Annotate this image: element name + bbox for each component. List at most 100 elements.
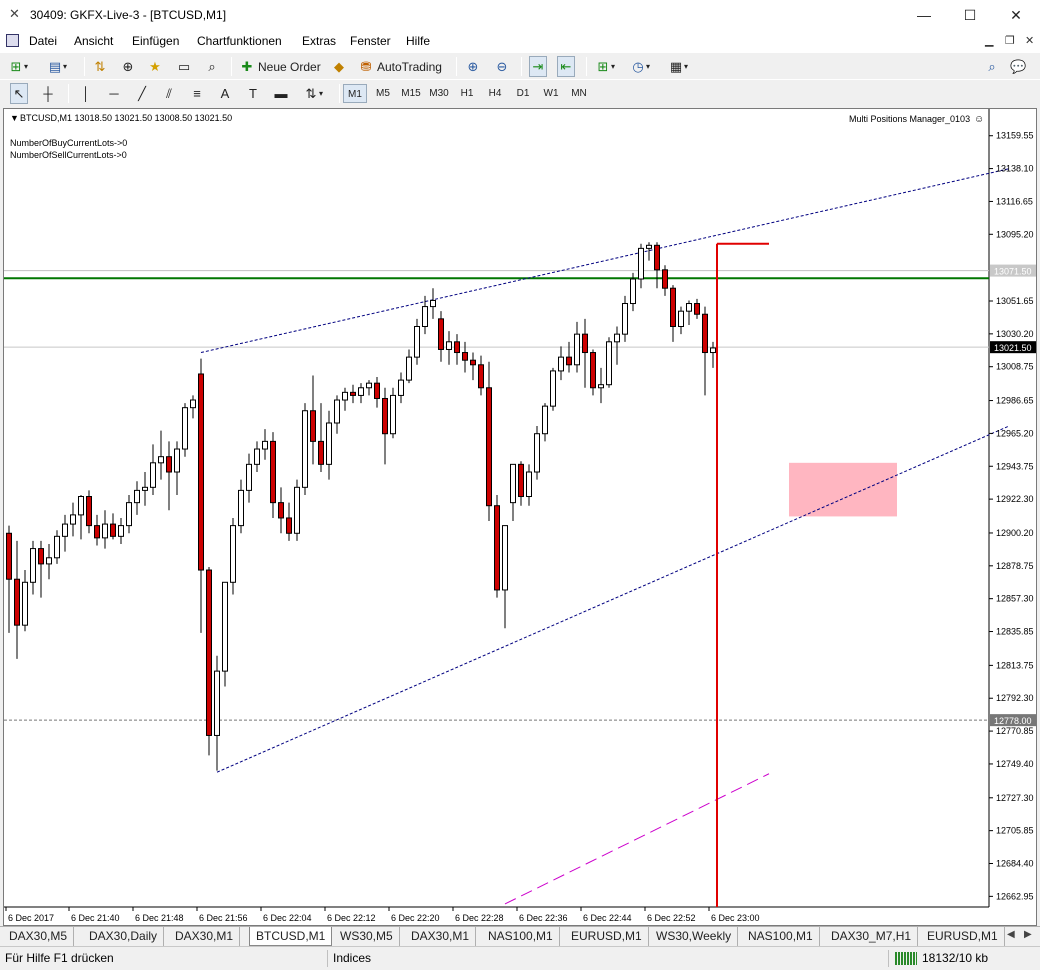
candle-body [606, 341, 612, 386]
chart-tab[interactable]: NAS100,M1 [482, 927, 560, 946]
candle-body [262, 440, 268, 450]
candle-body [670, 287, 676, 327]
chat-button[interactable]: 💬 [1010, 56, 1026, 77]
text-label-button[interactable]: T [245, 83, 261, 104]
auto-scroll-button[interactable]: ⇥ [529, 56, 547, 77]
star-icon: ★ [149, 58, 161, 74]
app-icon: ✕ [9, 6, 20, 21]
tab-scroll-right-icon[interactable]: ▶ [1024, 929, 1032, 940]
vertical-line-button[interactable]: │ [78, 83, 94, 104]
minimize-button[interactable]: — [901, 0, 947, 31]
y-tick-label: 13051.65 [996, 296, 1034, 306]
zoom-out-button[interactable]: ⊖ [494, 56, 510, 77]
chart-tab[interactable]: DAX30,M1 [169, 927, 241, 946]
arrows-button[interactable]: ⇅ ▾ [303, 83, 323, 104]
y-tick-label: 12878.75 [996, 561, 1034, 571]
candle-body [630, 278, 636, 305]
chart-tab[interactable]: DAX30,M1 [405, 927, 477, 946]
arrows-icon: ⇅ [305, 85, 317, 101]
templates-button[interactable]: ▦ ▾ [668, 56, 688, 77]
candle-body [686, 303, 692, 312]
price-chart[interactable]: 13159.55 13138.10 13116.65 13095.20 13051.65… [4, 109, 1036, 925]
candle-body [374, 382, 380, 399]
candle-body [222, 581, 228, 672]
chart-tab[interactable]: DAX30_M7,H1 [825, 927, 919, 946]
chart-tab-active[interactable]: BTCUSD,M1 [249, 927, 333, 946]
menu-einfuegen[interactable]: Einfügen [132, 34, 179, 48]
indicators-button[interactable]: ⊞ ▾ [595, 56, 615, 77]
expert-smile-icon[interactable]: ☺ [974, 114, 984, 125]
chart-window-icon[interactable] [6, 34, 19, 47]
market-watch-button[interactable]: ⇅ [92, 56, 108, 77]
timeframe-m5[interactable]: M5 [370, 84, 396, 103]
candle-body [158, 456, 164, 464]
horizontal-line-button[interactable]: ─ [106, 83, 122, 104]
profiles-button[interactable]: ▤ ▾ [47, 56, 67, 77]
x-tick-label: 6 Dec 22:04 [263, 913, 312, 923]
chart-window[interactable]: 13159.55 13138.10 13116.65 13095.20 13051.65… [3, 108, 1037, 926]
candle-body [590, 352, 596, 389]
channel-icon: ⫽ [166, 85, 172, 101]
rectangle-button[interactable]: ▬ [273, 83, 289, 104]
crosshair-button[interactable]: ┼ [40, 83, 56, 104]
new-order-button[interactable]: ✚ Neue Order [239, 56, 321, 77]
magenta-trendline [504, 773, 770, 905]
candle-body [598, 384, 604, 389]
menu-hilfe[interactable]: Hilfe [406, 34, 430, 48]
timeframe-mn[interactable]: MN [566, 84, 592, 103]
child-minimize-icon[interactable]: ▁ [985, 34, 993, 47]
chart-shift-button[interactable]: ⇤ [557, 56, 575, 77]
periods-button[interactable]: ◷ ▾ [630, 56, 650, 77]
timeframe-w1[interactable]: W1 [538, 84, 564, 103]
candle-body [510, 463, 516, 504]
chart-tab[interactable]: NAS100,M1 [742, 927, 820, 946]
fibonacci-button[interactable]: ≡ [189, 83, 205, 104]
maximize-button[interactable]: ☐ [947, 0, 993, 31]
rectangle-icon: ▬ [274, 85, 288, 101]
close-button[interactable]: ✕ [993, 0, 1039, 31]
chart-tab[interactable]: EURUSD,M1 [921, 927, 1005, 946]
text-button[interactable]: A [217, 83, 233, 104]
data-window-button[interactable]: ⊕ [120, 56, 136, 77]
chart-tab[interactable]: DAX30,M5 [3, 927, 75, 946]
strategy-tester-button[interactable]: ⌕ [204, 56, 220, 77]
child-close-icon[interactable]: ✕ [1025, 34, 1034, 47]
menu-datei[interactable]: Datei [29, 34, 57, 48]
menu-fenster[interactable]: Fenster [350, 34, 391, 48]
candle-body [462, 352, 468, 361]
candle-body [294, 486, 300, 534]
channel-button[interactable]: ⫽ [161, 83, 177, 104]
tab-scroll-left-icon[interactable]: ◀ [1007, 929, 1015, 940]
timeframe-m30[interactable]: M30 [426, 84, 452, 103]
navigator-button[interactable]: ★ [147, 56, 163, 77]
timeframe-h4[interactable]: H4 [482, 84, 508, 103]
x-tick-label: 6 Dec 23:00 [711, 913, 760, 923]
zoom-in-button[interactable]: ⊕ [465, 56, 481, 77]
terminal-button[interactable]: ▭ [176, 56, 192, 77]
timeframe-m15[interactable]: M15 [398, 84, 424, 103]
cursor-button[interactable]: ↖ [10, 83, 28, 104]
chart-tab[interactable]: WS30,Weekly [650, 927, 739, 946]
search-button[interactable]: ⌕ [984, 56, 1000, 77]
chart-tab[interactable]: EURUSD,M1 [565, 927, 649, 946]
horizontal-line-icon: ─ [109, 85, 119, 101]
timeframe-d1[interactable]: D1 [510, 84, 536, 103]
child-restore-icon[interactable]: ❐ [1005, 34, 1015, 47]
chart-header: BTCUSD,M1 13018.50 13021.50 13008.50 130… [20, 113, 232, 123]
chart-collapse-icon[interactable]: ▼ [10, 113, 19, 123]
chart-tab[interactable]: DAX30,Daily [83, 927, 165, 946]
menu-chartfunktionen[interactable]: Chartfunktionen [197, 34, 282, 48]
timeframe-m1[interactable]: M1 [343, 84, 367, 103]
timeframe-h1[interactable]: H1 [454, 84, 480, 103]
menu-ansicht[interactable]: Ansicht [74, 34, 113, 48]
candle-body [86, 496, 92, 527]
y-tick-label: 13008.75 [996, 362, 1034, 372]
menu-bar: Datei Ansicht Einfügen Chartfunktionen E… [0, 31, 1040, 52]
menu-extras[interactable]: Extras [302, 34, 336, 48]
autotrading-button[interactable]: ⛃ AutoTrading [358, 56, 442, 77]
chart-tab[interactable]: WS30,M5 [334, 927, 400, 946]
trendline-button[interactable]: ╱ [134, 83, 150, 104]
new-chart-button[interactable]: ⊞ ▾ [8, 56, 28, 77]
pink-zone [789, 462, 897, 517]
metaeditor-button[interactable]: ◆ [331, 56, 347, 77]
